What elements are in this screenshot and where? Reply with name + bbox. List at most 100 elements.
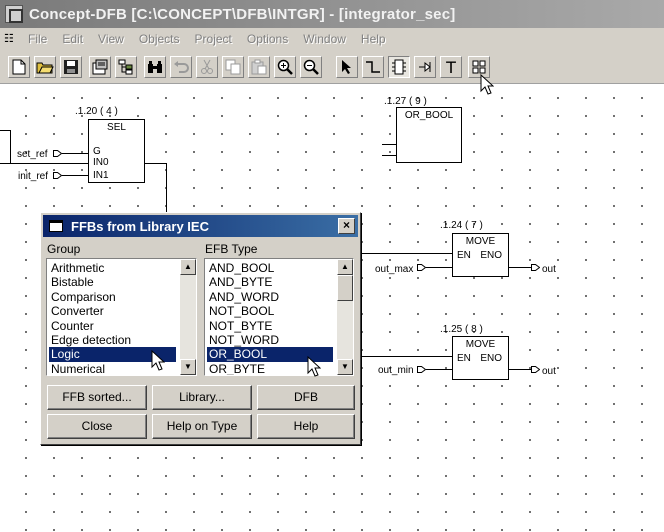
efb-type-scrollbar[interactable]: ▲ ▼ xyxy=(337,259,353,375)
menu-view[interactable]: View xyxy=(98,32,124,46)
mouse-cursor-icon xyxy=(307,356,321,377)
list-item[interactable]: Bistable xyxy=(49,275,176,289)
list-item[interactable]: Edge detection xyxy=(49,333,176,347)
zoom-out-icon[interactable] xyxy=(300,56,322,78)
sel-pin-g: G xyxy=(93,146,101,157)
new-file-icon[interactable] xyxy=(8,56,30,78)
close-button[interactable]: Close xyxy=(47,414,147,439)
scroll-up-icon[interactable]: ▲ xyxy=(180,259,196,275)
menu-window[interactable]: Window xyxy=(303,32,346,46)
output-connector-icon xyxy=(531,264,540,271)
select-arrow-icon[interactable] xyxy=(336,56,358,78)
input-connector-icon xyxy=(53,172,62,179)
menu-file[interactable]: File xyxy=(28,32,47,46)
input-connector-icon xyxy=(417,366,426,373)
dialog-title: FFBs from Library IEC xyxy=(71,218,209,234)
text-icon[interactable]: T xyxy=(440,56,462,78)
help-button[interactable]: Help xyxy=(257,414,355,439)
wire xyxy=(10,130,11,163)
group-scrollbar[interactable]: ▲ ▼ xyxy=(180,259,196,375)
mouse-cursor-icon xyxy=(151,350,165,371)
cut-icon[interactable] xyxy=(196,56,218,78)
efb-type-label: EFB Type xyxy=(205,242,258,256)
sel-pin-in0: IN0 xyxy=(93,157,109,168)
wire xyxy=(426,369,452,370)
move1-function-block[interactable]: MOVE EN ENO xyxy=(452,233,509,277)
connect-link-icon[interactable] xyxy=(362,56,384,78)
ffb-block-icon[interactable] xyxy=(388,56,410,78)
list-item[interactable]: Arithmetic xyxy=(49,261,176,275)
move1-pin-en: EN xyxy=(457,250,471,261)
list-item[interactable]: NOT_WORD xyxy=(207,333,333,347)
wire xyxy=(509,267,531,268)
list-item[interactable]: NOT_BYTE xyxy=(207,319,333,333)
wire xyxy=(426,267,452,268)
sel-block-ref: .1.20 ( 4 ) xyxy=(75,106,118,117)
input-connector-icon xyxy=(53,150,62,157)
list-item[interactable]: AND_BOOL xyxy=(207,261,333,275)
pin-icon[interactable] xyxy=(414,56,436,78)
move2-block-title: MOVE xyxy=(465,339,496,350)
var-out-2[interactable]: out xyxy=(542,366,556,377)
wire xyxy=(382,155,396,156)
help-on-type-button[interactable]: Help on Type xyxy=(152,414,252,439)
undo-icon[interactable] xyxy=(170,56,192,78)
efb-type-listbox[interactable]: AND_BOOL AND_BYTE AND_WORD NOT_BOOL NOT_… xyxy=(204,258,354,376)
ffb-sorted-button[interactable]: FFB sorted... xyxy=(47,385,147,410)
list-item[interactable]: Counter xyxy=(49,319,176,333)
sel-pin-in1: IN1 xyxy=(93,170,109,181)
open-folder-icon[interactable] xyxy=(34,56,56,78)
move1-block-ref: .1.24 ( 7 ) xyxy=(440,220,483,231)
dialog-title-bar[interactable]: FFBs from Library IEC × xyxy=(43,215,358,237)
toolbar: T xyxy=(0,50,664,84)
move2-block-ref: .1.25 ( 8 ) xyxy=(440,324,483,335)
menu-objects[interactable]: Objects xyxy=(139,32,180,46)
save-icon[interactable] xyxy=(60,56,82,78)
list-item[interactable]: AND_BYTE xyxy=(207,275,333,289)
or-block-ref: .1.27 ( 9 ) xyxy=(384,96,427,107)
menu-help[interactable]: Help xyxy=(361,32,386,46)
var-out-max[interactable]: out_max xyxy=(375,264,413,275)
wire xyxy=(0,163,88,164)
scroll-down-icon[interactable]: ▼ xyxy=(337,359,353,375)
app-icon xyxy=(5,5,23,23)
hierarchy-icon[interactable] xyxy=(115,56,137,78)
list-item[interactable]: AND_WORD xyxy=(207,290,333,304)
group-listbox[interactable]: Arithmetic Bistable Comparison Converter… xyxy=(46,258,197,376)
copy-icon[interactable] xyxy=(222,56,244,78)
var-out-1[interactable]: out xyxy=(542,264,556,275)
window-title: Concept-DFB [C:\CONCEPT\DFB\INTGR] - [in… xyxy=(29,5,456,23)
list-item[interactable]: NOT_BOOL xyxy=(207,304,333,318)
move2-pin-eno: ENO xyxy=(480,353,502,364)
move2-pin-en: EN xyxy=(457,353,471,364)
wire xyxy=(360,253,452,254)
or-bool-function-block[interactable]: OR_BOOL xyxy=(396,107,462,163)
menu-edit[interactable]: Edit xyxy=(62,32,83,46)
wire xyxy=(62,175,88,176)
system-menu-icon[interactable]: ☷ xyxy=(4,31,22,47)
var-init-ref[interactable]: init_ref xyxy=(18,171,48,182)
library-button[interactable]: Library... xyxy=(152,385,252,410)
wire xyxy=(62,153,88,154)
move1-pin-eno: ENO xyxy=(480,250,502,261)
move2-function-block[interactable]: MOVE EN ENO xyxy=(452,336,509,380)
paste-icon[interactable] xyxy=(248,56,270,78)
dfb-button[interactable]: DFB xyxy=(257,385,355,410)
var-set-ref[interactable]: set_ref xyxy=(17,149,48,160)
binoculars-icon[interactable] xyxy=(144,56,166,78)
menu-options[interactable]: Options xyxy=(247,32,288,46)
sel-function-block[interactable]: SEL G IN0 IN1 xyxy=(88,119,145,183)
sel-block-title: SEL xyxy=(107,122,126,133)
zoom-in-icon[interactable] xyxy=(274,56,296,78)
list-item[interactable]: Converter xyxy=(49,304,176,318)
window-icon xyxy=(49,220,63,232)
close-icon[interactable]: × xyxy=(338,218,355,234)
or-block-title: OR_BOOL xyxy=(404,110,454,121)
menu-project[interactable]: Project xyxy=(195,32,232,46)
scroll-down-icon[interactable]: ▼ xyxy=(180,359,196,375)
scroll-thumb[interactable] xyxy=(337,275,353,301)
scroll-up-icon[interactable]: ▲ xyxy=(337,259,353,275)
var-out-min[interactable]: out_min xyxy=(378,365,414,376)
list-item[interactable]: Comparison xyxy=(49,290,176,304)
properties-icon[interactable] xyxy=(89,56,111,78)
